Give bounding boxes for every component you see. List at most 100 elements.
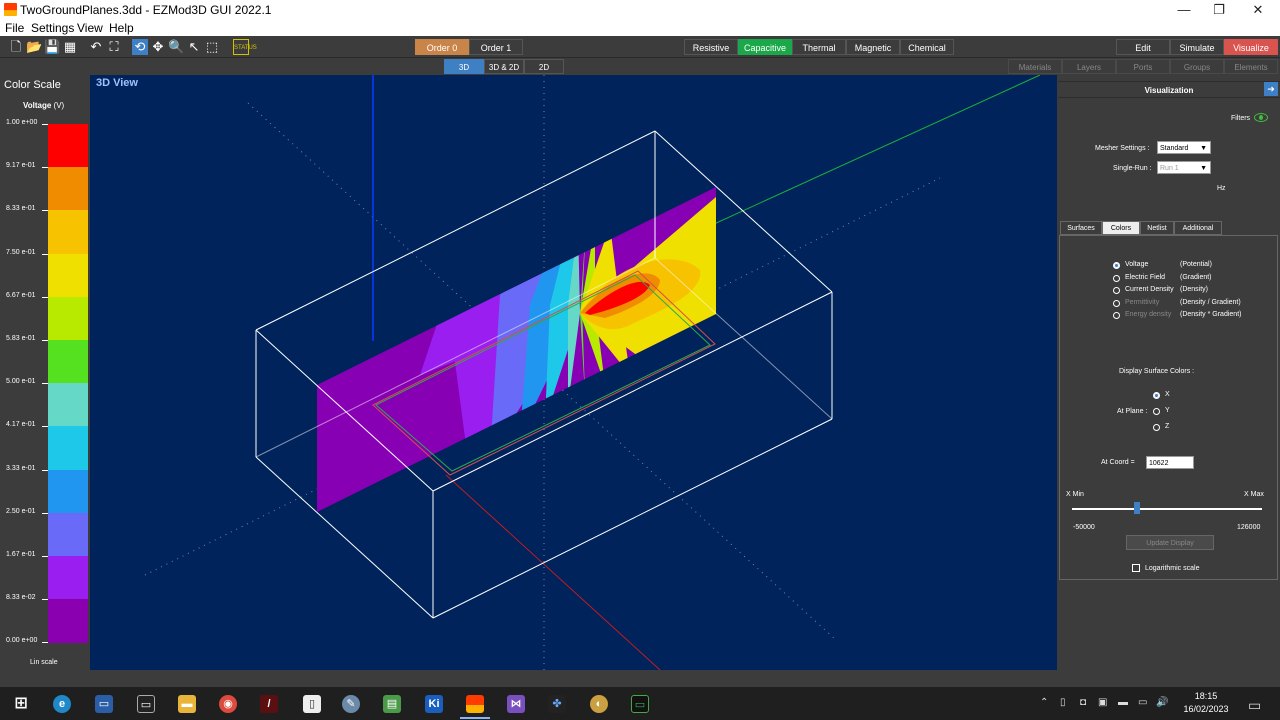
open-folder-icon[interactable]: 📂 <box>26 39 42 55</box>
quantity-option-label[interactable]: Current Density <box>1125 286 1174 293</box>
plane-radio[interactable] <box>1153 392 1160 399</box>
visual-studio-icon[interactable]: ⋈ <box>507 695 525 713</box>
tab-visualize[interactable]: Visualize <box>1224 39 1278 55</box>
console-icon[interactable]: ▭ <box>631 695 649 713</box>
taskbar-clock[interactable]: 18:15 16/02/2023 <box>1178 690 1234 716</box>
quantity-option-label[interactable]: Electric Field <box>1125 274 1165 281</box>
app-figure-icon[interactable]: ✤ <box>548 695 566 713</box>
arrow-right-icon[interactable]: ➜ <box>1264 82 1278 96</box>
quantity-radio[interactable] <box>1113 262 1120 269</box>
rotate-icon[interactable]: ⟲ <box>132 39 148 55</box>
new-file-icon[interactable]: 🗋 <box>8 39 24 55</box>
logarithmic-scale-checkbox[interactable] <box>1132 564 1140 572</box>
tab-groups[interactable]: Groups <box>1170 59 1224 74</box>
undo-icon[interactable]: ↶ <box>88 39 104 55</box>
windows-start-icon[interactable]: ⊞ <box>12 695 30 713</box>
taskbar: ⊞ e ▭ ▭ ▬ ◉ / ▯ ✎ ▤ Ki ⋈ ✤ ◐ ▭ <box>0 687 1280 720</box>
select-icon[interactable]: ↖ <box>186 39 202 55</box>
plane-option-label[interactable]: X <box>1165 391 1170 398</box>
display-surface-colors-label: Display Surface Colors : <box>1119 368 1195 375</box>
update-display-button[interactable]: Update Display <box>1126 535 1214 550</box>
app-window-icon[interactable]: ▭ <box>95 695 113 713</box>
save-icon[interactable]: 💾 <box>44 39 60 55</box>
quantity-radio[interactable] <box>1113 274 1120 282</box>
color-scale-tick-label: 7.50 e-01 <box>6 248 36 256</box>
volume-icon[interactable]: 🔊 <box>1156 697 1168 708</box>
network-icon[interactable]: ▣ <box>1098 697 1107 708</box>
export-icon[interactable]: ▦ <box>62 39 78 55</box>
chevron-down-icon: ▼ <box>1200 165 1207 172</box>
tab-elements[interactable]: Elements <box>1224 59 1278 74</box>
color-scale-tick-label: 3.33 e-01 <box>6 464 36 472</box>
kicad-icon[interactable]: Ki <box>425 695 443 713</box>
quantity-option-label[interactable]: Energy density <box>1125 311 1171 318</box>
coord-slider-thumb[interactable] <box>1133 502 1140 514</box>
3d-viewport[interactable]: 3D View <box>90 75 1057 670</box>
tab-simulate[interactable]: Simulate <box>1170 39 1224 55</box>
terminal-icon[interactable]: ▭ <box>137 695 155 713</box>
camera-icon[interactable]: ◘ <box>1080 697 1086 708</box>
app-gold-icon[interactable]: ◐ <box>590 695 608 713</box>
at-coord-input[interactable]: 10622 <box>1146 456 1194 469</box>
tab-colors[interactable]: Colors <box>1102 221 1140 235</box>
color-scale-panel: Color Scale Voltage (V) 1.00 e+00 9.17 e-… <box>0 75 90 670</box>
menu-view[interactable]: View <box>77 21 103 35</box>
tab-edit[interactable]: Edit <box>1116 39 1170 55</box>
tab-additional[interactable]: Additional <box>1174 221 1222 235</box>
app-chart-icon[interactable]: ▤ <box>383 695 401 713</box>
close-button[interactable]: ✕ <box>1238 0 1278 20</box>
monitor-icon[interactable]: ▭ <box>1138 697 1147 708</box>
tab-magnetic[interactable]: Magnetic <box>846 39 900 55</box>
tab-layers[interactable]: Layers <box>1062 59 1116 74</box>
plane-radio[interactable] <box>1153 424 1160 431</box>
tab-view-2d[interactable]: 2D <box>524 59 564 74</box>
chevron-up-icon[interactable]: ⌃ <box>1040 697 1048 708</box>
color-scale-tick-mark <box>42 210 48 212</box>
mesher-settings-select[interactable]: Standard ▼ <box>1157 141 1211 154</box>
eye-icon[interactable] <box>1254 113 1268 122</box>
status-icon[interactable]: STATUS <box>233 39 257 55</box>
quantity-option-label[interactable]: Permittivity <box>1125 299 1159 306</box>
notification-icon[interactable]: ▭ <box>1248 697 1261 714</box>
pan-icon[interactable]: ✥ <box>150 39 166 55</box>
x-min-label: X Min <box>1066 491 1084 498</box>
tab-chemical[interactable]: Chemical <box>900 39 954 55</box>
tab-thermal[interactable]: Thermal <box>792 39 846 55</box>
box-select-icon[interactable]: ⬚ <box>204 39 220 55</box>
plane-radio[interactable] <box>1153 408 1160 415</box>
single-run-select[interactable]: Run 1 ▼ <box>1157 161 1211 174</box>
plane-option-label[interactable]: Y <box>1165 407 1170 414</box>
file-explorer-icon[interactable]: ▬ <box>178 695 196 713</box>
tab-view-3d-2d[interactable]: 3D & 2D <box>484 59 524 74</box>
quantity-radio[interactable] <box>1113 299 1120 307</box>
tab-resistive[interactable]: Resistive <box>684 39 738 55</box>
ezmod3d-icon[interactable] <box>466 695 484 713</box>
quantity-option-label[interactable]: Voltage <box>1125 261 1148 268</box>
color-scale-quantity: Voltage (V) <box>23 101 64 110</box>
battery-icon[interactable]: ▬ <box>1118 697 1128 708</box>
app-red-icon[interactable]: / <box>260 695 278 713</box>
menu-file[interactable]: File <box>5 21 24 35</box>
tab-view-3d[interactable]: 3D <box>444 59 484 74</box>
visualization-panel: Visualization ➜ Filters Mesher Settings … <box>1057 75 1280 670</box>
plane-option-label[interactable]: Z <box>1165 423 1169 430</box>
app-tools-icon[interactable]: ✎ <box>342 695 360 713</box>
tab-order-1[interactable]: Order 1 <box>469 39 523 55</box>
zoom-icon[interactable]: 🔍 <box>168 39 184 55</box>
coord-slider-track[interactable] <box>1072 508 1262 510</box>
tab-order-0[interactable]: Order 0 <box>415 39 469 55</box>
edge-icon[interactable]: e <box>53 695 71 713</box>
chrome-icon[interactable]: ◉ <box>219 695 237 713</box>
tab-capacitive[interactable]: Capacitive <box>738 39 792 55</box>
document-icon[interactable]: ▯ <box>303 695 321 713</box>
tab-netlist[interactable]: Netlist <box>1140 221 1174 235</box>
usb-icon[interactable]: ▯ <box>1060 697 1066 708</box>
maximize-button[interactable]: ❐ <box>1199 0 1239 20</box>
tab-materials[interactable]: Materials <box>1008 59 1062 74</box>
tab-ports[interactable]: Ports <box>1116 59 1170 74</box>
fit-view-icon[interactable]: ⛶ <box>106 39 122 55</box>
menu-help[interactable]: Help <box>109 21 134 35</box>
tab-surfaces[interactable]: Surfaces <box>1060 221 1102 235</box>
minimize-button[interactable]: — <box>1164 0 1204 20</box>
menu-settings[interactable]: Settings <box>31 21 74 35</box>
